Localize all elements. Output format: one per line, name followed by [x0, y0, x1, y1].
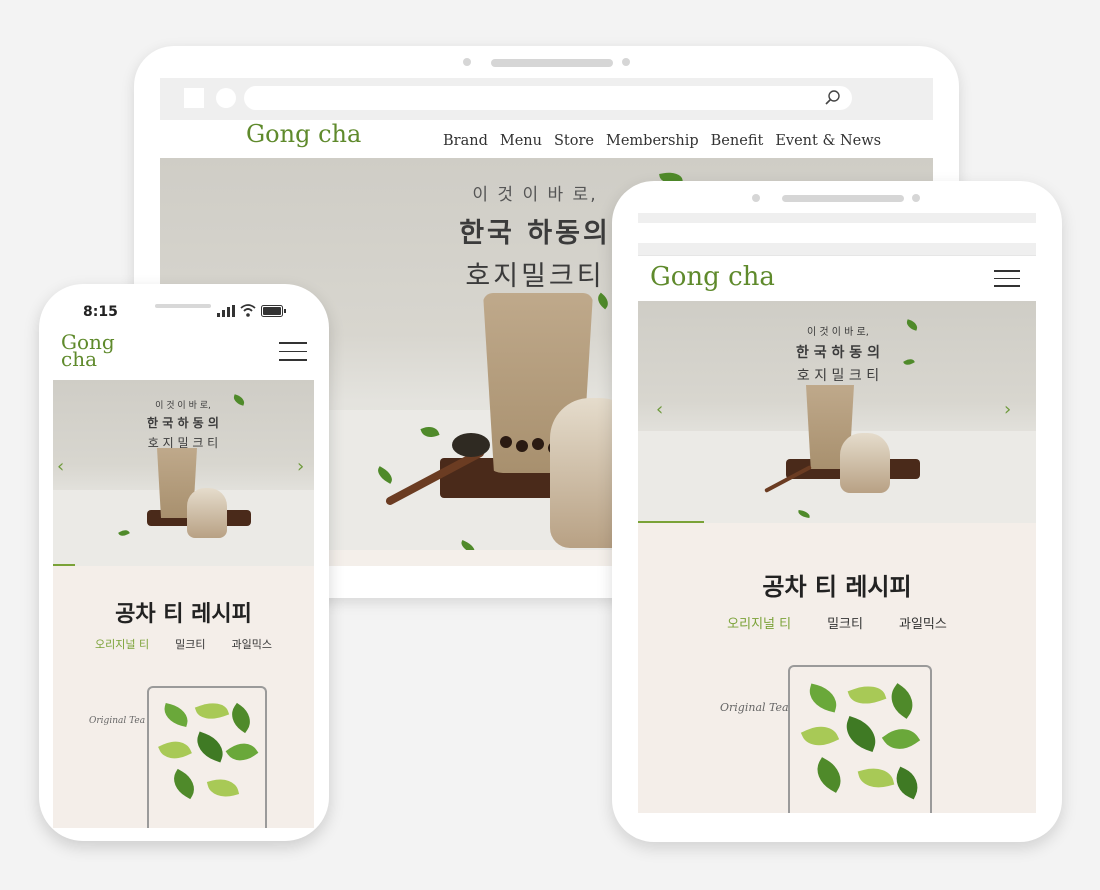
tea-glass-illustration	[788, 665, 932, 813]
recipe-tabs: 오리지널 티 밀크티 과일믹스	[638, 613, 1036, 632]
search-icon[interactable]	[824, 89, 842, 107]
latte-mug	[840, 433, 890, 493]
mobile-header: Gong cha	[638, 255, 1036, 301]
original-tea-caption: Original Tea	[720, 701, 789, 714]
hero-headline: 이 것 이 바 로, 한 국 하 동 의 호 지 밀 크 티	[123, 398, 243, 451]
tablet-speaker	[491, 59, 613, 67]
headline-line-1: 이 것 이 바 로,	[807, 327, 869, 338]
latte-mug	[187, 488, 227, 538]
section-title: 공차 티 레시피	[115, 602, 252, 627]
tablet-camera-dot	[463, 58, 471, 66]
nav-membership[interactable]: Membership	[606, 133, 699, 149]
nav-store[interactable]: Store	[554, 133, 594, 149]
carousel-next-arrow[interactable]: ›	[297, 456, 304, 477]
headline-line-3: 호 지 밀 크 티	[796, 368, 880, 384]
nav-brand[interactable]: Brand	[443, 133, 488, 149]
phone-left-speaker	[155, 304, 211, 308]
headline-line-1: 이 것 이 바 로,	[472, 185, 598, 205]
carousel-prev-arrow[interactable]: ‹	[57, 456, 64, 477]
status-time: 8:15	[83, 304, 118, 320]
site-navbar: Gong cha Brand Menu Store Membership Ben…	[160, 120, 933, 158]
gongcha-logo[interactable]: Gong cha	[61, 332, 115, 369]
gongcha-logo[interactable]: Gong cha	[246, 120, 361, 148]
phone-right-mockup: Gong cha 이 것 이 바 로, 한 국 하 동 의 호 지 밀 크 티 …	[612, 181, 1062, 842]
status-bar	[638, 213, 1036, 223]
carousel-prev-arrow[interactable]: ‹	[656, 399, 663, 420]
hero-headline: 이 것 이 바 로, 한국 하동의 호지밀크티	[450, 180, 620, 293]
browser-round-button[interactable]	[216, 88, 236, 108]
original-tea-caption: Original Tea	[89, 716, 146, 726]
battery-icon	[261, 305, 286, 317]
tab-fruit-mix[interactable]: 과일믹스	[899, 613, 947, 632]
gongcha-logo[interactable]: Gong cha	[650, 262, 775, 292]
address-bar[interactable]	[244, 86, 852, 110]
headline-line-1: 이 것 이 바 로,	[155, 401, 211, 411]
recipe-tabs: 오리지널 티 밀크티 과일믹스	[53, 636, 314, 652]
tab-milk-tea[interactable]: 밀크티	[175, 636, 205, 652]
tea-leaves-pile	[452, 433, 490, 457]
nav-menu[interactable]: Menu	[500, 133, 542, 149]
browser-bar	[638, 243, 1036, 255]
hero-headline: 이 것 이 바 로, 한 국 하 동 의 호 지 밀 크 티	[768, 323, 908, 385]
phone-left-mockup: 8:15 Gong cha 이 것 이 바 로, 한 국 하 동 의 호 지 밀…	[39, 284, 329, 841]
main-menu: Brand Menu Store Membership Benefit Even…	[443, 133, 881, 149]
hamburger-menu-icon[interactable]	[994, 270, 1020, 287]
tea-glass-illustration	[147, 686, 267, 828]
tablet-sensor-dot	[622, 58, 630, 66]
tab-original-tea[interactable]: 오리지널 티	[727, 613, 791, 632]
headline-line-3: 호지밀크티	[465, 261, 605, 292]
nav-benefit[interactable]: Benefit	[711, 133, 764, 149]
hero-banner: 이 것 이 바 로, 한 국 하 동 의 호 지 밀 크 티 ‹ ›	[638, 301, 1036, 523]
section-title: 공차 티 레시피	[762, 573, 912, 601]
headline-line-2: 한 국 하 동 의	[147, 416, 219, 430]
hamburger-menu-icon[interactable]	[279, 342, 307, 361]
tab-milk-tea[interactable]: 밀크티	[827, 613, 863, 632]
hero-banner: 이 것 이 바 로, 한 국 하 동 의 호 지 밀 크 티 ‹ ›	[53, 380, 314, 566]
carousel-next-arrow[interactable]: ›	[1004, 399, 1011, 420]
browser-square-button[interactable]	[184, 88, 204, 108]
nav-event-news[interactable]: Event & News	[775, 133, 881, 149]
phone-right-speaker	[782, 195, 904, 202]
headline-line-2: 한 국 하 동 의	[796, 345, 880, 361]
headline-line-2: 한국 하동의	[459, 218, 611, 249]
tea-recipe-section: 공차 티 레시피 오리지널 티 밀크티 과일믹스 Original Tea	[53, 566, 314, 828]
tea-recipe-section: 공차 티 레시피 오리지널 티 밀크티 과일믹스 Original Tea	[638, 523, 1036, 813]
wifi-icon	[240, 304, 256, 317]
phone-right-camera	[752, 194, 760, 202]
tab-fruit-mix[interactable]: 과일믹스	[232, 636, 272, 652]
phone-right-sensor	[912, 194, 920, 202]
tab-original-tea[interactable]: 오리지널 티	[95, 636, 149, 652]
signal-icon	[217, 305, 235, 317]
